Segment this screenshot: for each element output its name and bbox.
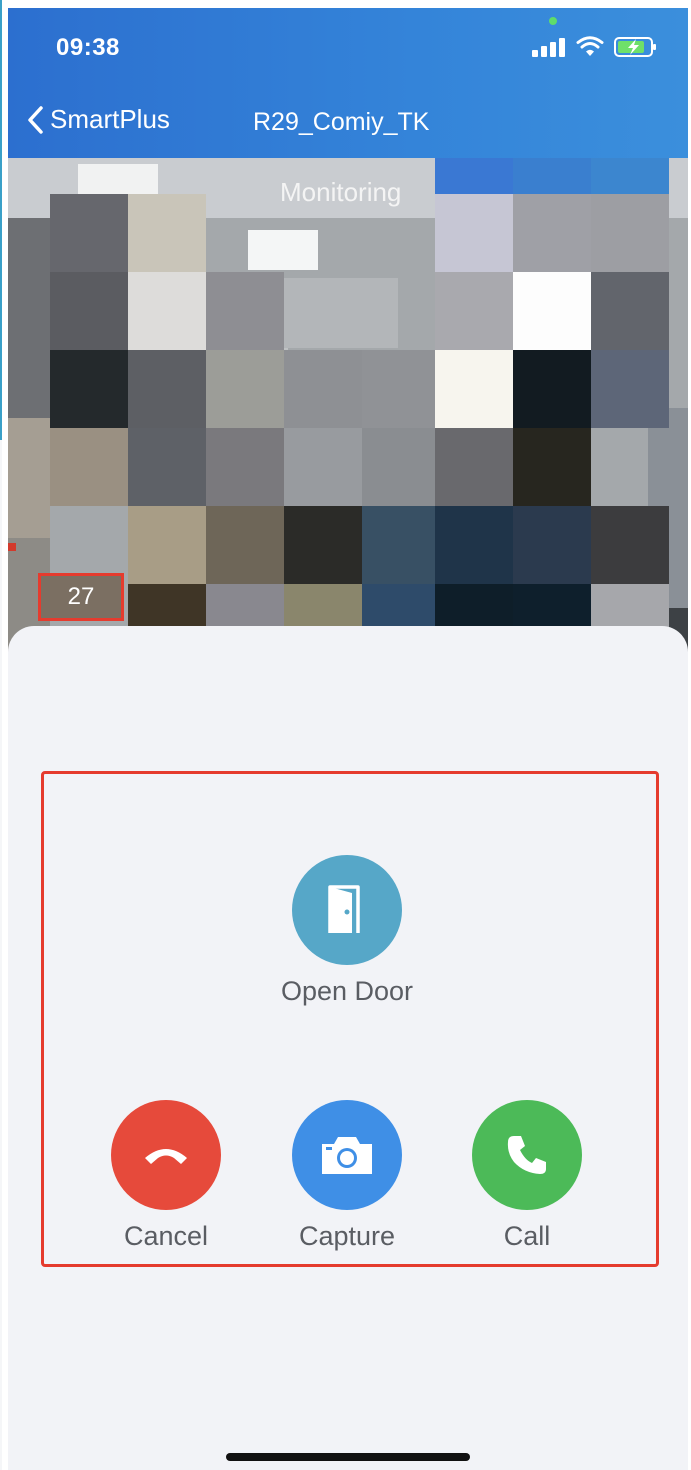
open-door-label: Open Door — [280, 976, 414, 1006]
call-button[interactable] — [472, 1100, 582, 1210]
wifi-icon — [576, 36, 604, 56]
call-label: Call — [503, 1221, 551, 1251]
camera-icon — [322, 1137, 372, 1174]
device-title: R29_Comiy_TK — [253, 108, 430, 136]
timer-badge: 27 — [38, 573, 124, 621]
monitoring-status: Monitoring — [280, 177, 402, 207]
back-label: SmartPlus — [50, 104, 170, 134]
video-feed: Monitoring 27 — [8, 158, 688, 678]
hang-up-icon — [145, 1149, 187, 1164]
privacy-indicator — [549, 17, 557, 25]
header-bar: 09:38 SmartPlus R29_Comiy_TK — [8, 8, 688, 168]
cancel-label: Cancel — [123, 1221, 209, 1251]
left-edge-bg — [0, 440, 2, 1470]
status-time: 09:38 — [56, 34, 120, 61]
back-button[interactable]: SmartPlus — [26, 104, 170, 135]
cancel-button[interactable] — [111, 1100, 221, 1210]
capture-label: Capture — [298, 1221, 396, 1251]
door-icon — [328, 885, 360, 933]
chevron-left-icon — [28, 105, 43, 134]
battery-charging-icon — [614, 37, 656, 57]
capture-button[interactable] — [292, 1100, 402, 1210]
status-icons — [532, 36, 658, 58]
left-edge-line — [0, 0, 2, 440]
signal-icon — [532, 38, 565, 57]
home-indicator — [226, 1453, 470, 1461]
phone-screen: 09:38 SmartPlus R29_Comiy_TK Monitoring … — [8, 8, 688, 1470]
phone-icon — [507, 1136, 546, 1174]
open-door-button[interactable] — [292, 855, 402, 965]
